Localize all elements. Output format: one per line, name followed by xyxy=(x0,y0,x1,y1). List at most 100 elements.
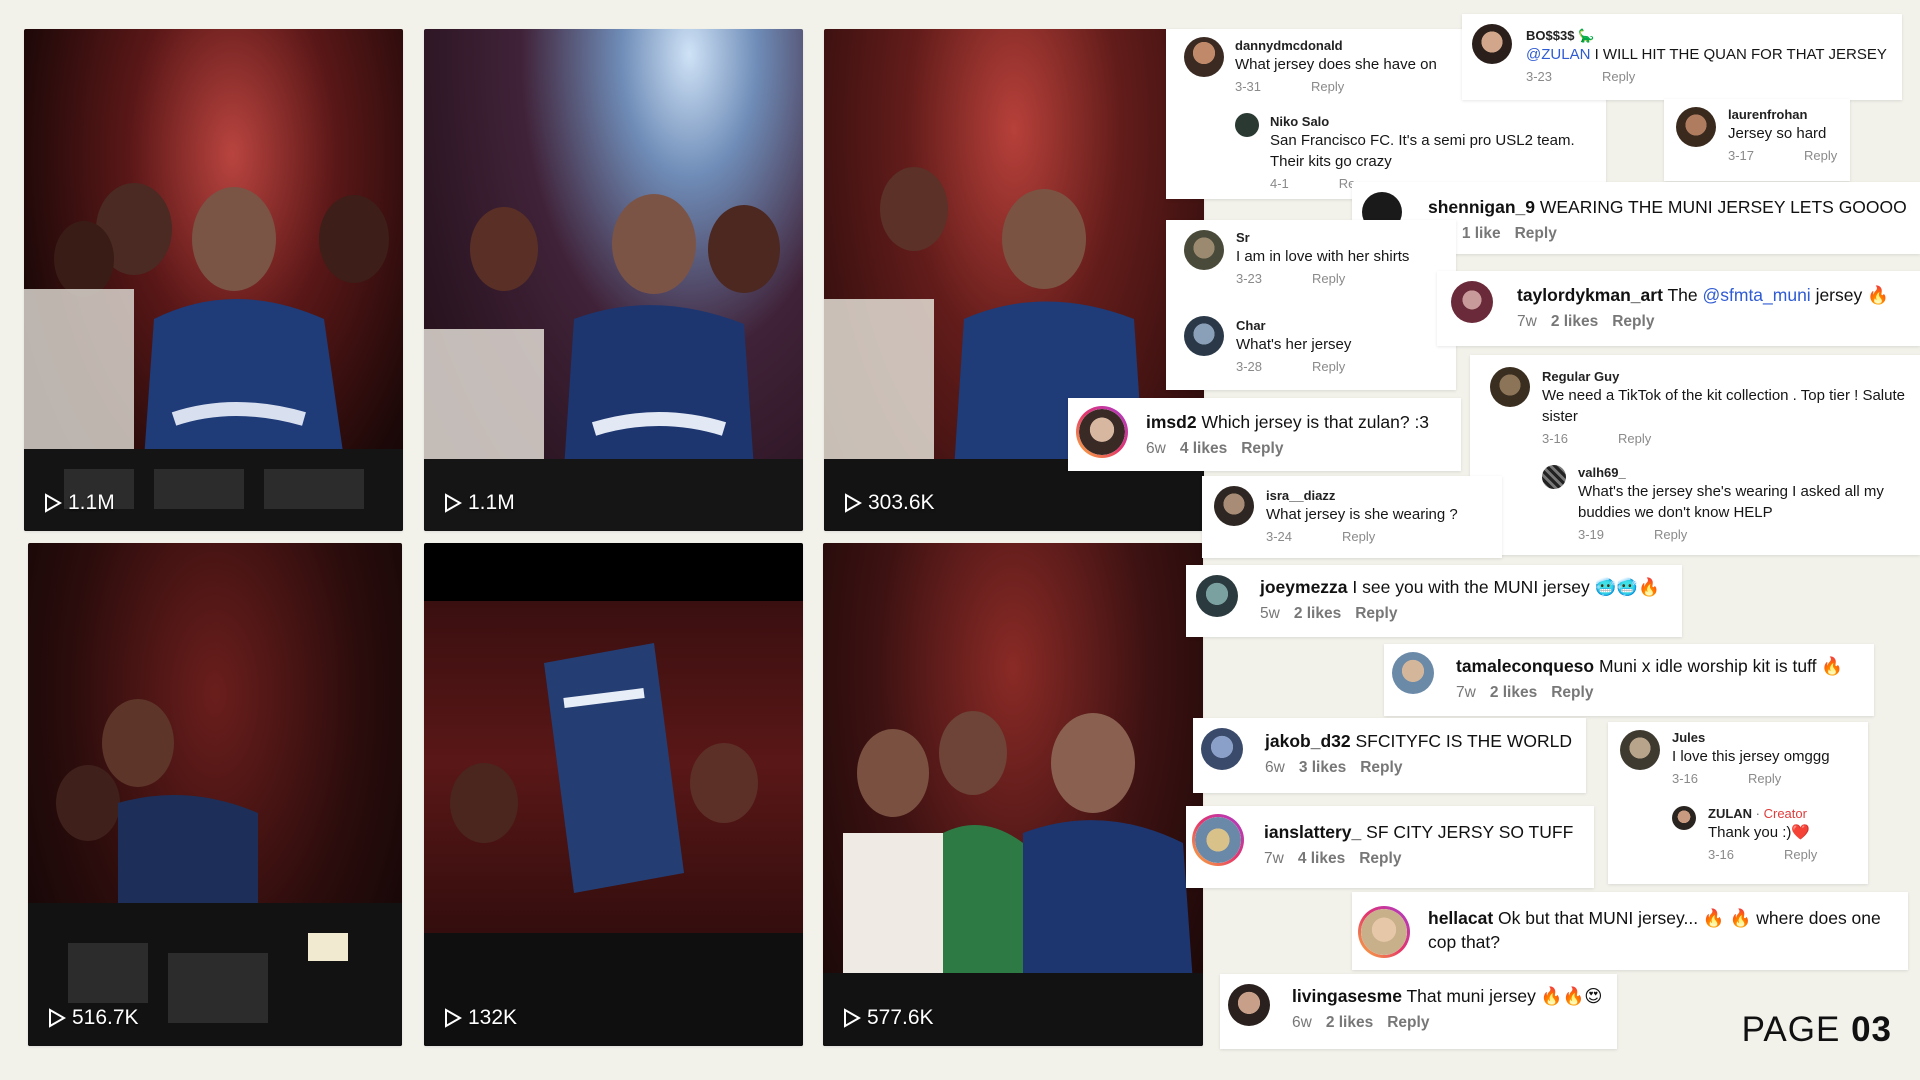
reply-button[interactable]: Reply xyxy=(1618,431,1651,446)
comment-username[interactable]: isra__diazz xyxy=(1266,488,1458,504)
play-icon xyxy=(445,1008,462,1028)
comment-card: taylordykman_art The @sfmta_muni jersey … xyxy=(1437,271,1920,346)
reply-button[interactable]: Reply xyxy=(1360,759,1402,777)
comment-text: I see you with the MUNI jersey 🥶🥶🔥 xyxy=(1347,577,1660,597)
comment-age: 5w xyxy=(1260,605,1280,622)
video-tile[interactable]: 1.1M xyxy=(24,29,403,531)
reply-button[interactable]: Reply xyxy=(1602,69,1635,84)
video-tile[interactable]: 516.7K xyxy=(28,543,402,1046)
comment-username[interactable]: ianslattery_ xyxy=(1264,822,1361,842)
reply-button[interactable]: Reply xyxy=(1241,440,1283,458)
comment-card: laurenfrohan Jersey so hard 3-17 Reply xyxy=(1664,99,1850,181)
reply-button[interactable]: Reply xyxy=(1312,271,1345,286)
avatar xyxy=(1472,24,1512,64)
separator: · xyxy=(1752,806,1764,821)
view-count: 132K xyxy=(444,1006,517,1030)
like-count[interactable]: 1 like xyxy=(1462,225,1501,243)
comment-username[interactable]: laurenfrohan xyxy=(1728,107,1837,123)
comment-username[interactable]: Char xyxy=(1236,318,1351,334)
reply-button[interactable]: Reply xyxy=(1551,684,1593,702)
avatar xyxy=(1201,728,1243,770)
reply-button[interactable]: Reply xyxy=(1359,850,1401,868)
like-count[interactable]: 2 likes xyxy=(1490,684,1537,702)
reply-button[interactable]: Reply xyxy=(1784,847,1817,862)
comment-text: Ok but that MUNI jersey... 🔥 🔥 where doe… xyxy=(1428,908,1881,952)
like-count[interactable]: 2 likes xyxy=(1326,1014,1373,1032)
like-count[interactable]: 3 likes xyxy=(1299,759,1346,777)
avatar xyxy=(1451,281,1493,323)
reply-button[interactable]: Reply xyxy=(1342,529,1375,544)
comment-username[interactable]: livingasesme xyxy=(1292,986,1402,1006)
comment-text: The xyxy=(1662,285,1703,305)
comment-username[interactable]: Regular Guy xyxy=(1542,369,1912,385)
comment-username[interactable]: hellacat xyxy=(1428,908,1493,928)
reply-button[interactable]: Reply xyxy=(1387,1014,1429,1032)
like-count[interactable]: 2 likes xyxy=(1551,313,1598,331)
video-tile[interactable]: 577.6K xyxy=(823,543,1203,1046)
comment-username[interactable]: taylordykman_art xyxy=(1517,285,1663,305)
comment-card: Jules I love this jersey omggg 3-16 Reply… xyxy=(1608,722,1868,884)
comment-card: jakob_d32 SFCITYFC IS THE WORLD 6w 3 like… xyxy=(1193,718,1586,793)
comment-username[interactable]: valh69_ xyxy=(1578,465,1918,481)
video-thumbnail xyxy=(28,699,402,1046)
comment-username[interactable]: Jules xyxy=(1672,730,1830,746)
avatar xyxy=(1235,113,1259,137)
reply-button[interactable]: Reply xyxy=(1355,605,1397,623)
reply-button[interactable]: Reply xyxy=(1312,359,1345,374)
comment-date: 3-16 xyxy=(1708,847,1735,862)
view-count-text: 1.1M xyxy=(68,491,115,514)
view-count: 1.1M xyxy=(444,491,515,515)
comment-card: Regular Guy We need a TikTok of the kit … xyxy=(1470,355,1920,555)
comment-card: hellacat Ok but that MUNI jersey... 🔥 🔥 … xyxy=(1352,892,1908,970)
comment-username[interactable]: ZULAN xyxy=(1708,806,1752,821)
reply-button[interactable]: Reply xyxy=(1612,313,1654,331)
avatar xyxy=(1228,984,1270,1026)
view-count: 1.1M xyxy=(44,491,115,515)
like-count[interactable]: 2 likes xyxy=(1294,605,1341,623)
comment-username[interactable]: imsd2 xyxy=(1146,412,1197,432)
like-count[interactable]: 4 likes xyxy=(1298,850,1345,868)
avatar xyxy=(1196,575,1238,617)
comment-date: 3-28 xyxy=(1236,359,1263,374)
comment-username[interactable]: BO$$3$ 🦕 xyxy=(1526,28,1887,44)
comment-username[interactable]: Niko Salo xyxy=(1270,114,1600,130)
reply-button[interactable]: Reply xyxy=(1654,527,1687,542)
comment-username[interactable]: joeymezza xyxy=(1260,577,1348,597)
comment-username[interactable]: Sr xyxy=(1236,230,1409,246)
video-thumbnail xyxy=(24,183,403,531)
avatar xyxy=(1392,652,1434,694)
mention-link[interactable]: @sfmta_muni xyxy=(1702,285,1810,305)
reply-button[interactable]: Reply xyxy=(1515,225,1557,243)
video-tile[interactable]: 132K xyxy=(424,543,803,1046)
avatar xyxy=(1672,806,1696,830)
comment-username[interactable]: tamaleconqueso xyxy=(1456,656,1594,676)
avatar xyxy=(1076,406,1128,458)
video-tile[interactable]: 1.1M xyxy=(424,29,803,531)
comment-age: 6w xyxy=(1265,759,1285,776)
comment-username[interactable]: dannydmcdonald xyxy=(1235,38,1437,54)
view-count: 516.7K xyxy=(48,1006,139,1030)
reply-button[interactable]: Reply xyxy=(1804,148,1837,163)
avatar xyxy=(1620,730,1660,770)
comment-date: 3-19 xyxy=(1578,527,1605,542)
comment-text: WEARING THE MUNI JERSEY LETS GOOOO xyxy=(1534,197,1907,217)
comment-date: 3-16 xyxy=(1542,431,1569,446)
comment-text: We need a TikTok of the kit collection .… xyxy=(1542,387,1905,425)
reply-button[interactable]: Reply xyxy=(1311,79,1344,94)
comment-date: 3-17 xyxy=(1728,148,1755,163)
like-count[interactable]: 4 likes xyxy=(1180,440,1227,458)
comment-card: imsd2 Which jersey is that zulan? :3 6w 4… xyxy=(1068,398,1461,471)
reply-button[interactable]: Reply xyxy=(1748,771,1781,786)
view-count-text: 132K xyxy=(468,1006,518,1029)
comment-username[interactable]: shennigan_9 xyxy=(1428,197,1535,217)
avatar xyxy=(1184,230,1224,270)
comment-username[interactable]: jakob_d32 xyxy=(1265,731,1351,751)
page-number: PAGE 03 xyxy=(1742,1010,1892,1050)
comment-text: San Francisco FC. It's a semi pro USL2 t… xyxy=(1270,132,1575,170)
play-icon xyxy=(445,493,462,513)
mention-link[interactable]: @ZULAN xyxy=(1526,46,1590,63)
comment-card: livingasesme That muni jersey 🔥🔥😍 6w 2 li… xyxy=(1220,974,1617,1049)
page-number-value: 03 xyxy=(1851,1010,1892,1049)
comment-card: isra__diazz What jersey is she wearing ?… xyxy=(1202,476,1502,558)
comment-text: Muni x idle worship kit is tuff 🔥 xyxy=(1594,656,1844,676)
